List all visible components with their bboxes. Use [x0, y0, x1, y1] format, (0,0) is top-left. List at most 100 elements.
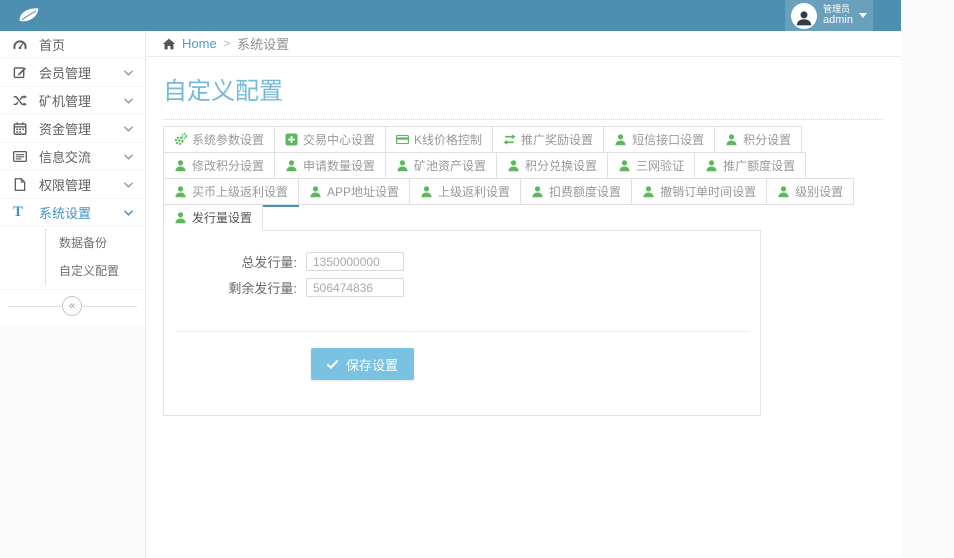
- system-settings-submenu: 数据备份 自定义配置: [0, 227, 145, 290]
- sidebar-collapse-button[interactable]: «: [62, 296, 82, 316]
- tab-label: APP地址设置: [327, 185, 400, 199]
- user-role: 管理员: [823, 4, 851, 14]
- tab-label: 推广奖励设置: [521, 133, 594, 147]
- form-row: 剩余发行量:: [164, 278, 760, 297]
- remaining-issuance-label: 剩余发行量:: [228, 281, 297, 296]
- tab-kline-price[interactable]: K线价格控制: [385, 126, 494, 153]
- save-button[interactable]: 保存设置: [311, 348, 415, 380]
- user-icon: [174, 211, 187, 224]
- tab-trade-center[interactable]: 交易中心设置: [274, 126, 387, 153]
- tab-cancel-order-time[interactable]: 撤销订单时间设置: [631, 178, 768, 205]
- sidebar-item-label: 信息交流: [39, 150, 92, 165]
- sidebar-item-system-settings[interactable]: T 系统设置: [0, 199, 145, 227]
- tab-label: 积分设置: [743, 133, 792, 147]
- user-icon: [614, 133, 627, 146]
- sidebar-item-label: 首页: [39, 38, 66, 53]
- sidebar-item-label: 资金管理: [39, 122, 92, 137]
- app-screen: 管理员 admin 首页 会员管理 矿机管理 资金管理 信息交流 权限管理 T …: [0, 0, 954, 558]
- breadcrumb-separator: >: [223, 37, 231, 50]
- breadcrumb-home-link[interactable]: Home: [182, 36, 217, 51]
- sidebar-divider: [145, 31, 146, 558]
- cogs-icon: [174, 133, 187, 146]
- text-T-icon: T: [13, 204, 24, 220]
- leaf-logo[interactable]: [18, 6, 40, 24]
- chevron-down-icon: [124, 98, 133, 104]
- user-icon: [420, 185, 433, 198]
- user-menu-button[interactable]: 管理员 admin: [785, 0, 873, 31]
- tab-label: 系统参数设置: [192, 133, 265, 147]
- page-title: 自定义配置: [163, 78, 283, 105]
- tab-points[interactable]: 积分设置: [714, 126, 803, 153]
- breadcrumb: Home > 系统设置: [146, 31, 901, 57]
- user-icon: [285, 159, 298, 172]
- user-icon: [174, 159, 187, 172]
- tab-label: 扣费额度设置: [549, 185, 622, 199]
- sidebar-item-info-exchange[interactable]: 信息交流: [0, 143, 145, 171]
- user-icon: [309, 185, 322, 198]
- chevron-down-icon: [124, 154, 133, 160]
- tab-triple-net-verify[interactable]: 三网验证: [607, 152, 696, 179]
- tab-app-address[interactable]: APP地址设置: [298, 178, 411, 205]
- tab-promo-quota[interactable]: 推广额度设置: [694, 152, 807, 179]
- tab-buy-coin-rebate[interactable]: 买币上级返利设置: [163, 178, 300, 205]
- credit-card-icon: [396, 133, 409, 146]
- tab-row-3: 买币上级返利设置 APP地址设置 上级返利设置 扣费额度设置 撤销订单时间设置 …: [163, 178, 884, 205]
- panel-divider: [176, 331, 748, 332]
- chevron-down-icon: [124, 126, 133, 132]
- user-icon: [705, 159, 718, 172]
- sidebar-item-home[interactable]: 首页: [0, 31, 145, 59]
- caret-down-icon: [858, 13, 867, 18]
- user-name: admin: [823, 14, 853, 27]
- tab-label: K线价格控制: [414, 133, 483, 147]
- tab-fee-quota[interactable]: 扣费额度设置: [520, 178, 633, 205]
- total-issuance-field[interactable]: [306, 252, 404, 271]
- sidebar-item-funds-mgmt[interactable]: 资金管理: [0, 115, 145, 143]
- sidebar-subitem-data-backup[interactable]: 数据备份: [46, 229, 145, 257]
- tab-label: 撤销订单时间设置: [660, 185, 757, 199]
- tab-label: 积分兑换设置: [525, 159, 598, 173]
- save-button-label: 保存设置: [346, 357, 399, 373]
- sidebar: 首页 会员管理 矿机管理 资金管理 信息交流 权限管理 T 系统设置 数据备份 …: [0, 31, 145, 326]
- leaf-icon: [18, 6, 40, 24]
- tab-pool-assets[interactable]: 矿池资产设置: [385, 152, 498, 179]
- avatar: [791, 2, 817, 29]
- chevron-down-icon: [124, 70, 133, 76]
- tab-points-exchange[interactable]: 积分兑换设置: [496, 152, 609, 179]
- remaining-issuance-field[interactable]: [306, 278, 404, 297]
- dotted-divider: [163, 119, 884, 120]
- tab-label: 交易中心设置: [303, 133, 376, 147]
- tab-label: 上级返利设置: [438, 185, 511, 199]
- tab-row-2: 修改积分设置 申请数量设置 矿池资产设置 积分兑换设置 三网验证 推广额度设置: [163, 152, 884, 179]
- user-icon: [531, 185, 544, 198]
- tab-system-params[interactable]: 系统参数设置: [163, 126, 276, 153]
- sidebar-item-miner-mgmt[interactable]: 矿机管理: [0, 87, 145, 115]
- tab-issuance[interactable]: 发行量设置: [163, 204, 264, 231]
- chevron-down-icon: [124, 210, 133, 216]
- tab-apply-quantity[interactable]: 申请数量设置: [274, 152, 387, 179]
- tab-row-1: 系统参数设置 交易中心设置 K线价格控制 推广奖励设置 短信接口设置 积分设置: [163, 126, 884, 153]
- sidebar-subitem-custom-config[interactable]: 自定义配置: [46, 257, 145, 285]
- tab-level-settings[interactable]: 级别设置: [766, 178, 855, 205]
- calendar-icon: [13, 121, 30, 136]
- tab-modify-points[interactable]: 修改积分设置: [163, 152, 276, 179]
- settings-tabs: 系统参数设置 交易中心设置 K线价格控制 推广奖励设置 短信接口设置 积分设置 …: [163, 126, 884, 231]
- topbar: 管理员 admin: [0, 0, 901, 31]
- tab-upline-rebate[interactable]: 上级返利设置: [409, 178, 522, 205]
- issuance-form: 总发行量: 剩余发行量:: [164, 231, 760, 297]
- home-icon: [162, 38, 176, 50]
- sidebar-item-permission-mgmt[interactable]: 权限管理: [0, 171, 145, 199]
- sidebar-item-member-mgmt[interactable]: 会员管理: [0, 59, 145, 87]
- user-icon: [507, 159, 520, 172]
- tab-label: 发行量设置: [192, 211, 253, 225]
- user-icon: [642, 185, 655, 198]
- tab-sms-api[interactable]: 短信接口设置: [603, 126, 716, 153]
- total-issuance-label: 总发行量:: [241, 255, 297, 270]
- newspaper-icon: [13, 149, 30, 164]
- tab-promo-reward[interactable]: 推广奖励设置: [492, 126, 605, 153]
- plus-square-icon: [285, 133, 298, 146]
- tab-label: 三网验证: [636, 159, 685, 173]
- sidebar-item-label: 权限管理: [39, 178, 92, 193]
- user-icon: [618, 159, 631, 172]
- tab-row-4: 发行量设置: [163, 204, 884, 231]
- exchange-icon: [503, 133, 516, 146]
